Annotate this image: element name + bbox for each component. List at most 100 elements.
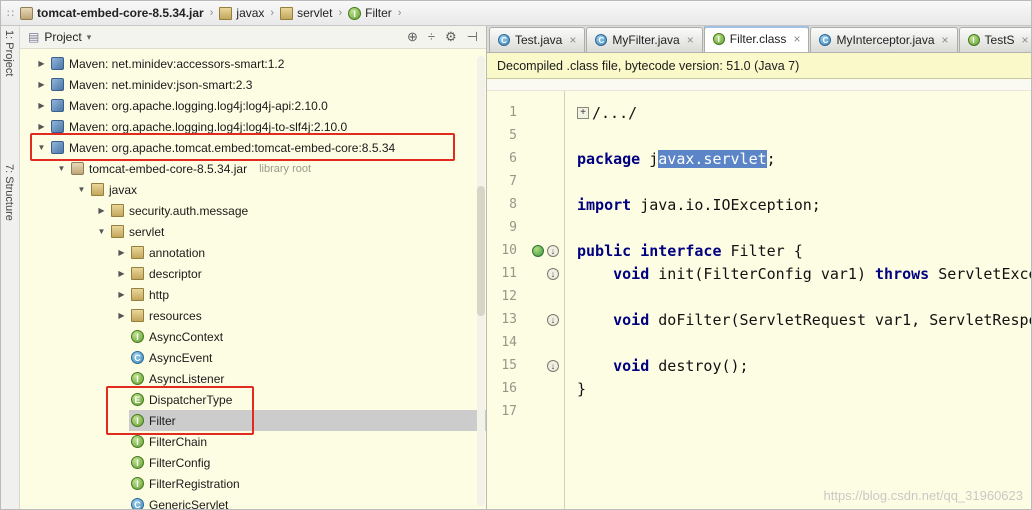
close-tab-icon[interactable]: × xyxy=(687,33,694,47)
implemented-marker-icon[interactable]: ↓ xyxy=(547,313,559,326)
breadcrumb-item[interactable]: I Filter xyxy=(348,6,392,20)
gutter-line: 16 xyxy=(487,377,564,400)
editor-gutter: 1 5 6 7 8 9 10 ↓ 11 ↓ 12 13 ↓ 14 15 ↓ 16 17 xyxy=(487,91,565,509)
tree-row[interactable]: ▶ resources xyxy=(20,305,486,326)
expand-arrow-icon[interactable]: ▶ xyxy=(34,80,49,89)
tree-row[interactable]: ▶ descriptor xyxy=(20,263,486,284)
tree-row[interactable]: ▶ annotation xyxy=(20,242,486,263)
tree-item-label: Maven: org.apache.logging.log4j:log4j-to… xyxy=(69,119,348,134)
tree-row[interactable]: ▶ Maven: org.apache.logging.log4j:log4j-a… xyxy=(20,95,486,116)
collapse-arrow-icon[interactable]: ▼ xyxy=(54,164,69,173)
expand-arrow-icon[interactable]: ▶ xyxy=(114,290,129,299)
globe-marker-icon[interactable] xyxy=(532,244,544,257)
tree-item-label: tomcat-embed-core-8.5.34.jar xyxy=(89,161,248,176)
code-line: } xyxy=(577,377,1031,400)
tree-row[interactable]: ▼ servlet xyxy=(20,221,486,242)
interface-icon: I xyxy=(131,456,144,469)
tree-item-label: javax xyxy=(109,182,138,197)
gutter-line: 5 xyxy=(487,124,564,147)
tree-row-body: I FilterRegistration xyxy=(129,473,486,494)
package-icon xyxy=(131,246,144,259)
tool-window-button-project[interactable]: 1: Project xyxy=(3,30,15,76)
tree-item-label: descriptor xyxy=(149,266,202,281)
line-number: 10 xyxy=(501,243,517,258)
tree-item-label: Maven: net.minidev:accessors-smart:1.2 xyxy=(69,56,285,71)
close-tab-icon[interactable]: × xyxy=(1022,33,1029,47)
gutter-line: 10 ↓ xyxy=(487,239,564,262)
editor-tab[interactable]: I TestS × xyxy=(958,27,1031,52)
editor-tab[interactable]: C MyInterceptor.java × xyxy=(810,27,958,52)
expand-arrow-icon[interactable]: ▶ xyxy=(114,269,129,278)
code-line: void init(FilterConfig var1) throws Serv… xyxy=(577,262,1031,285)
hide-panel-icon[interactable]: ⊣ xyxy=(467,29,478,45)
breadcrumb-item[interactable]: servlet xyxy=(280,6,332,20)
tree-row[interactable]: E DispatcherType xyxy=(20,389,486,410)
tree-row[interactable]: I FilterConfig xyxy=(20,452,486,473)
tree-row[interactable]: ▶ security.auth.message xyxy=(20,200,486,221)
tree-item-label: http xyxy=(149,287,170,302)
collapse-arrow-icon[interactable]: ▼ xyxy=(34,143,49,152)
code-line: public interface Filter { xyxy=(577,239,1031,262)
breadcrumb-item[interactable]: javax xyxy=(219,6,264,20)
tree-row[interactable]: I AsyncListener xyxy=(20,368,486,389)
expand-arrow-icon[interactable]: ▶ xyxy=(114,248,129,257)
editor-tab[interactable]: I Filter.class × xyxy=(703,26,810,52)
expand-arrow-icon[interactable]: ▶ xyxy=(34,101,49,110)
tree-row[interactable]: ▼ javax xyxy=(20,179,486,200)
collapse-arrow-icon[interactable]: ▼ xyxy=(94,227,109,236)
tree-row[interactable]: I FilterRegistration xyxy=(20,473,486,494)
tree-row[interactable]: ▼ Maven: org.apache.tomcat.embed:tomcat-e… xyxy=(20,137,486,158)
locate-icon[interactable]: ⊕ xyxy=(407,29,418,45)
breadcrumb-item[interactable]: tomcat-embed-core-8.5.34.jar xyxy=(20,6,204,20)
close-tab-icon[interactable]: × xyxy=(569,33,576,47)
tree-row-body: resources xyxy=(129,305,486,326)
implemented-marker-icon[interactable]: ↓ xyxy=(547,359,559,372)
expand-arrow-icon[interactable]: ▶ xyxy=(34,122,49,131)
breadcrumb-items: tomcat-embed-core-8.5.34.jar › javax › servl… xyxy=(20,6,407,20)
tree-row[interactable]: I AsyncContext xyxy=(20,326,486,347)
tree-row[interactable]: I FilterChain xyxy=(20,431,486,452)
gutter-line: 6 xyxy=(487,147,564,170)
close-tab-icon[interactable]: × xyxy=(793,32,800,46)
tree-row[interactable]: ▼ tomcat-embed-core-8.5.34.jar library roo… xyxy=(20,158,486,179)
tree-row[interactable]: ▶ http xyxy=(20,284,486,305)
project-scrollbar-thumb[interactable] xyxy=(477,186,485,316)
fold-expand-icon[interactable]: + xyxy=(577,106,589,119)
project-panel: ▤ Project ▾ ⊕ ÷ ⚙ ⊣ ▶ Maven: net.minidev:… xyxy=(20,26,487,509)
tree-row-body: descriptor xyxy=(129,263,486,284)
tree-row[interactable]: ▶ Maven: net.minidev:json-smart:2.3 xyxy=(20,74,486,95)
chevron-down-icon[interactable]: ▾ xyxy=(87,32,92,43)
settings-icon[interactable]: ⚙ xyxy=(445,29,457,45)
code-text: throws xyxy=(875,264,939,283)
tree-row[interactable]: ▶ Maven: net.minidev:accessors-smart:1.2 xyxy=(20,53,486,74)
tree-row[interactable]: C AsyncEvent xyxy=(20,347,486,368)
expand-arrow-icon[interactable]: ▶ xyxy=(114,311,129,320)
code-text: import xyxy=(577,195,641,214)
tool-window-button-structure[interactable]: 7: Structure xyxy=(3,164,15,221)
breadcrumb-item-label: javax xyxy=(236,6,265,20)
code-editor[interactable]: 1 5 6 7 8 9 10 ↓ 11 ↓ 12 13 ↓ 14 15 ↓ 16 17 +/.../package… xyxy=(487,91,1031,509)
tree-row-body: I FilterChain xyxy=(129,431,486,452)
project-panel-title[interactable]: Project xyxy=(44,30,81,44)
tree-row[interactable]: I Filter xyxy=(20,410,486,431)
collapse-arrow-icon[interactable]: ▼ xyxy=(74,185,89,194)
line-number: 9 xyxy=(509,220,517,235)
implemented-marker-icon[interactable]: ↓ xyxy=(547,267,559,280)
class-icon: C xyxy=(819,34,832,46)
expand-arrow-icon[interactable]: ▶ xyxy=(94,206,109,215)
tree-row[interactable]: ▶ Maven: org.apache.logging.log4j:log4j-t… xyxy=(20,116,486,137)
expand-arrow-icon[interactable]: ▶ xyxy=(34,59,49,68)
breadcrumb-item-label: tomcat-embed-core-8.5.34.jar xyxy=(37,6,204,20)
tree-item-label: GenericServlet xyxy=(149,497,229,510)
tree-row[interactable]: C GenericServlet xyxy=(20,494,486,509)
implemented-marker-icon[interactable]: ↓ xyxy=(547,244,559,257)
editor-tab[interactable]: C Test.java × xyxy=(489,27,586,52)
code-text: doFilter(ServletRequest var1, ServletRes… xyxy=(658,310,1031,329)
collapse-all-icon[interactable]: ÷ xyxy=(428,29,435,45)
close-tab-icon[interactable]: × xyxy=(942,33,949,47)
line-number: 17 xyxy=(501,404,517,419)
code-text: ServletExce xyxy=(938,264,1031,283)
editor-tab[interactable]: C MyFilter.java × xyxy=(586,27,703,52)
